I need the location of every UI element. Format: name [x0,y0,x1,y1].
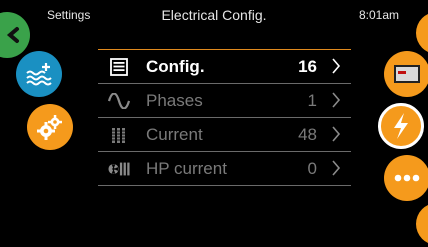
menu-row-value: 1 [307,91,317,110]
chevron-right-icon [332,58,341,74]
more-icon [394,174,420,182]
water-settings-button[interactable] [16,51,62,97]
more-button[interactable] [384,155,428,201]
screen-icon [394,65,420,83]
chevron-right-icon [332,126,341,142]
sine-wave-icon [108,91,130,111]
back-arrow-icon [6,27,19,43]
battery-bars-icon [108,125,130,145]
lightning-icon [394,113,408,139]
menu-row-value: 0 [307,159,317,178]
heat-pump-icon [108,159,130,179]
menu-row-label: HP current [146,159,227,178]
settings-menu: Config. 16 Phases 1 Current 48 HP curren… [98,49,351,186]
settings-button[interactable] [27,104,73,150]
screen: Settings Electrical Config. 8:01am Confi… [0,0,428,247]
menu-row-current[interactable]: Current 48 [98,117,351,151]
gears-icon [37,115,62,140]
menu-row-label: Phases [146,91,203,110]
menu-row-config[interactable]: Config. 16 [98,49,351,83]
menu-row-label: Current [146,125,203,144]
menu-row-value: 16 [298,57,317,76]
electrical-button[interactable] [378,103,424,149]
config-list-icon [108,57,130,77]
water-plus-icon [26,63,52,86]
menu-row-phases[interactable]: Phases 1 [98,83,351,117]
chevron-right-icon [332,92,341,108]
menu-row-hp-current[interactable]: HP current 0 [98,151,351,186]
clock-time: 8:01am [359,8,400,22]
menu-row-value: 48 [298,125,317,144]
display-button[interactable] [384,51,428,97]
bottom-right-button[interactable] [416,203,428,245]
menu-row-label: Config. [146,57,205,76]
chevron-right-icon [332,160,341,176]
